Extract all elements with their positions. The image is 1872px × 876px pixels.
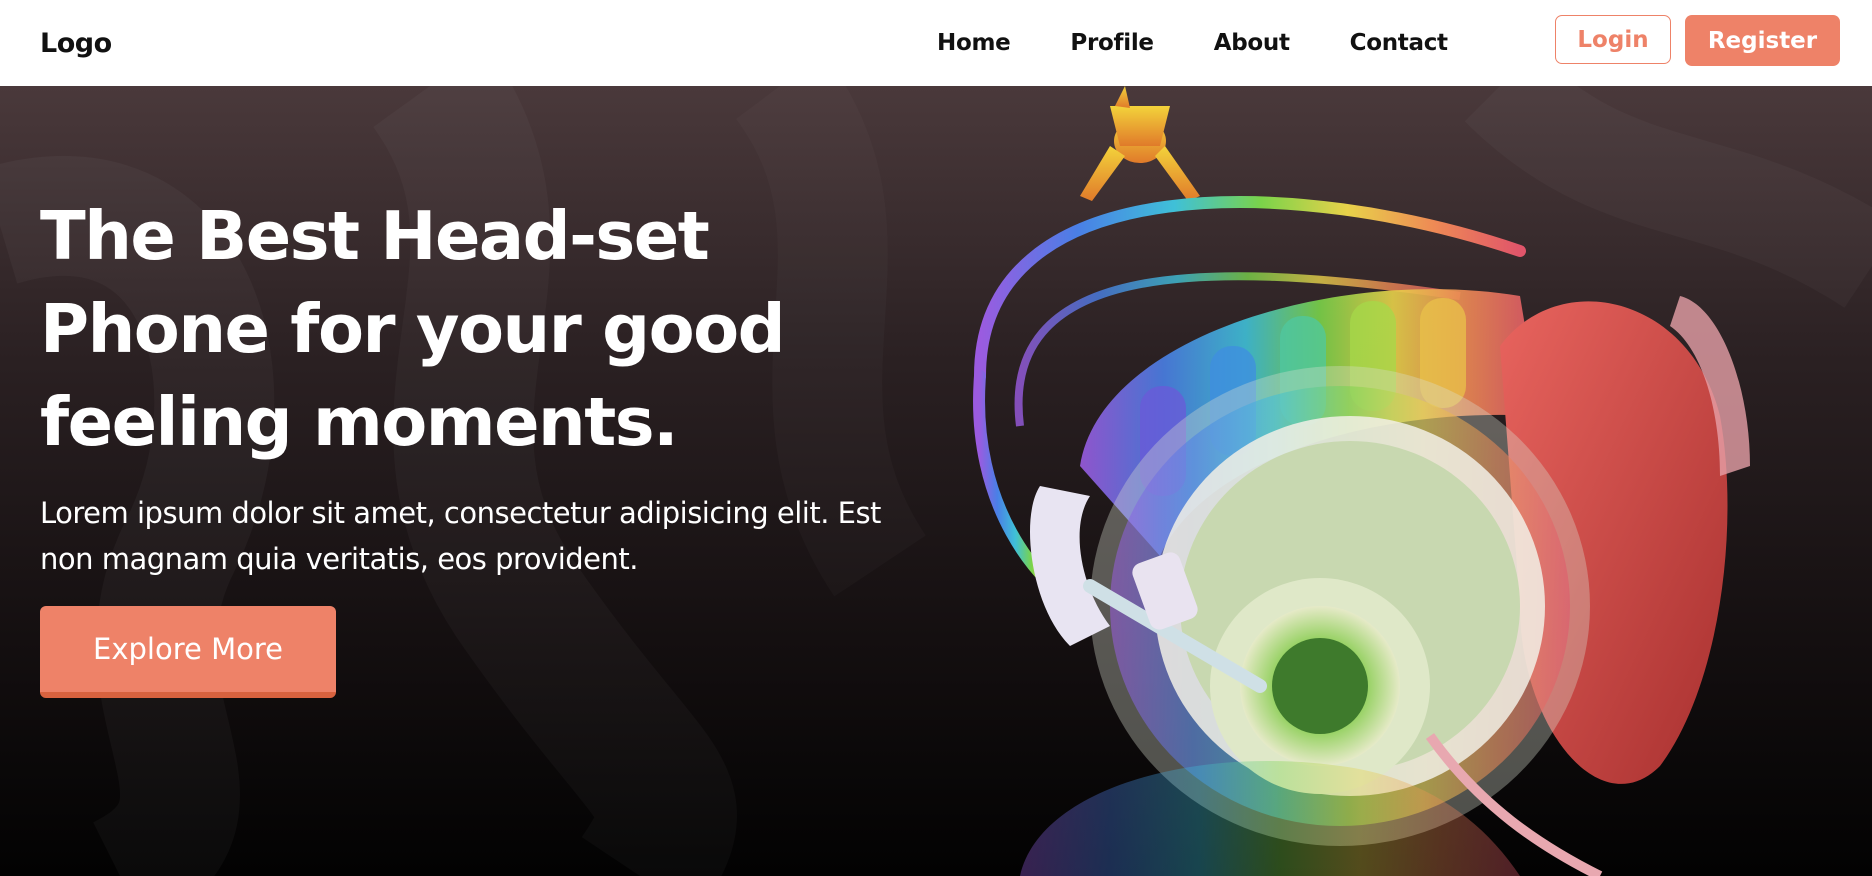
hero-title-line: The Best Head-set: [40, 197, 710, 275]
explore-more-button[interactable]: Explore More: [40, 606, 336, 698]
login-button[interactable]: Login: [1555, 15, 1671, 64]
nav-link-profile[interactable]: Profile: [1070, 30, 1154, 56]
logo[interactable]: Logo: [40, 28, 112, 59]
nav-link-about[interactable]: About: [1214, 30, 1290, 56]
dancer-figure: [1080, 86, 1200, 201]
hero-title-line: Phone for your good: [40, 290, 786, 368]
nav-link-contact[interactable]: Contact: [1350, 30, 1448, 56]
hero-description: Lorem ipsum dolor sit amet, consectetur …: [40, 496, 881, 576]
headphones-image: [973, 86, 1750, 876]
hero-title: The Best Head-set Phone for your good fe…: [40, 190, 900, 469]
navbar: Logo Home Profile About Contact Login Re…: [0, 0, 1872, 86]
auth-buttons: Login Register: [1555, 15, 1840, 66]
register-button[interactable]: Register: [1685, 15, 1840, 66]
nav-links: Home Profile About Contact: [937, 0, 1448, 86]
hero-section: The Best Head-set Phone for your good fe…: [0, 86, 1872, 876]
nav-link-home[interactable]: Home: [937, 30, 1011, 56]
hero-title-line: feeling moments.: [40, 383, 679, 461]
